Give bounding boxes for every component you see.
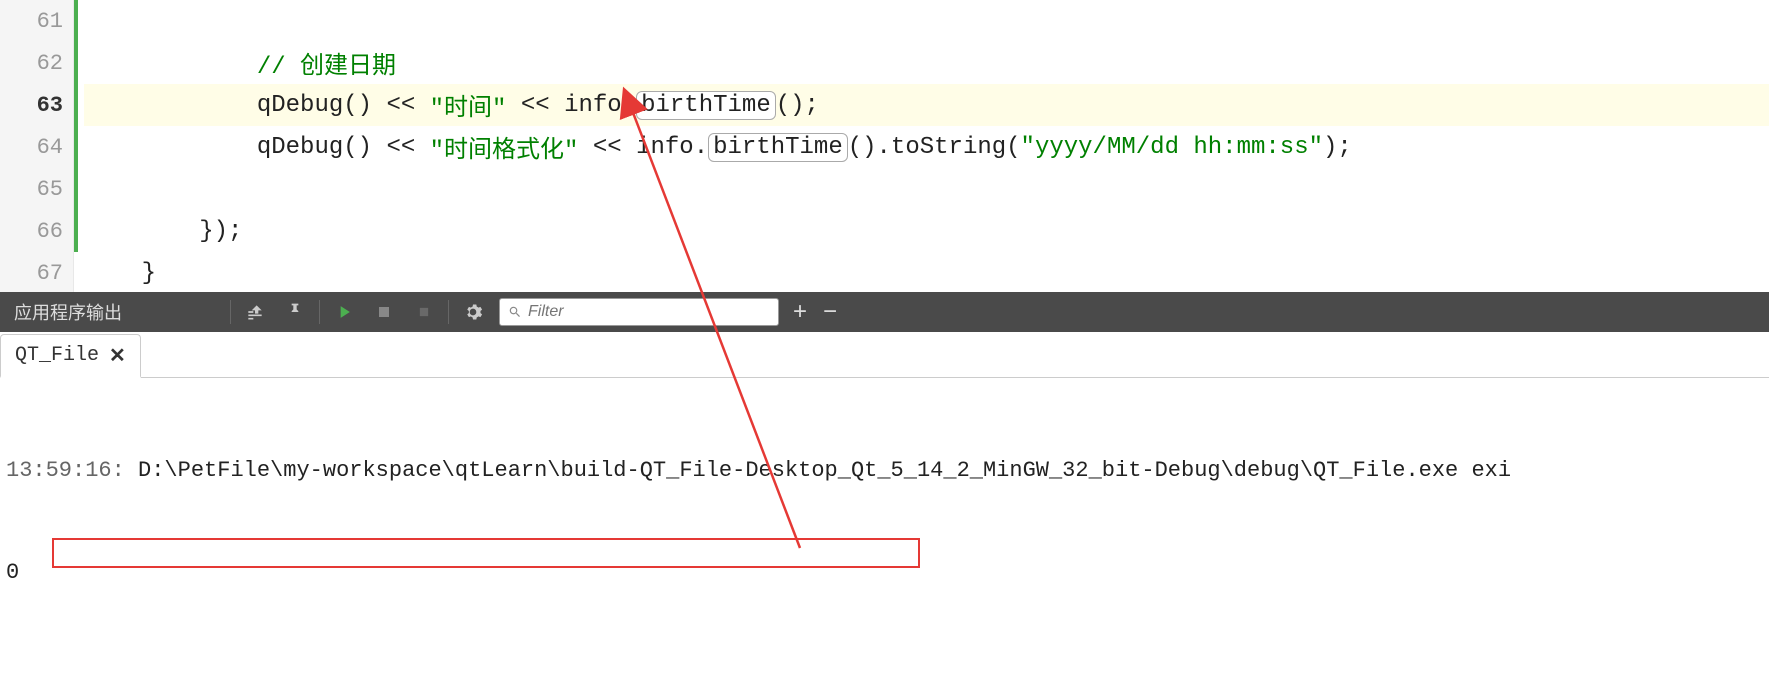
- code-token: }: [84, 260, 156, 287]
- line-number: 64: [0, 126, 73, 168]
- timestamp: 13:59:16:: [6, 458, 138, 483]
- tab-label: QT_File: [15, 344, 99, 367]
- code-line: [84, 168, 1769, 210]
- code-token: qDebug() <<: [84, 134, 430, 161]
- line-number: 61: [0, 0, 73, 42]
- line-number: 65: [0, 168, 73, 210]
- separator: [319, 300, 320, 324]
- filter-box[interactable]: [499, 298, 779, 326]
- output-toolbar: 应用程序输出 + −: [0, 292, 1769, 332]
- highlighted-symbol: birthTime: [708, 133, 848, 162]
- line-number-active: 63: [0, 84, 73, 126]
- separator: [448, 300, 449, 324]
- console-line: 0: [6, 556, 1763, 590]
- code-area[interactable]: // 创建日期 qDebug() << "时间" << info.birthTi…: [74, 0, 1769, 292]
- code-line: });: [84, 210, 1769, 252]
- close-icon[interactable]: ✕: [109, 343, 126, 369]
- detach-icon[interactable]: [404, 292, 444, 332]
- code-token: qDebug() <<: [84, 92, 430, 119]
- highlighted-symbol: birthTime: [636, 91, 776, 120]
- line-number: 62: [0, 42, 73, 84]
- string-literal: "yyyy/MM/dd hh:mm:ss": [1021, 134, 1323, 161]
- search-icon: [508, 305, 522, 319]
- pin-icon[interactable]: [275, 292, 315, 332]
- zoom-out-icon[interactable]: −: [815, 298, 845, 326]
- output-tab[interactable]: QT_File ✕: [0, 334, 141, 378]
- code-token: );: [1323, 134, 1352, 161]
- code-line: }: [84, 252, 1769, 294]
- code-token: << info.: [578, 134, 708, 161]
- output-tabs: QT_File ✕: [0, 332, 1769, 378]
- code-line: // 创建日期: [84, 42, 1769, 84]
- line-number: 66: [0, 210, 73, 252]
- string-literal: "时间格式化": [430, 129, 579, 165]
- separator: [230, 300, 231, 324]
- attach-icon[interactable]: [235, 292, 275, 332]
- comment-text: // 创建日期: [257, 45, 396, 81]
- code-token: ();: [776, 92, 819, 119]
- string-literal: "时间": [430, 87, 507, 123]
- code-token: ().toString(: [848, 134, 1021, 161]
- line-number: 67: [0, 252, 73, 294]
- settings-icon[interactable]: [453, 292, 493, 332]
- code-token: << info.: [506, 92, 636, 119]
- run-icon[interactable]: [324, 292, 364, 332]
- zoom-in-icon[interactable]: +: [785, 298, 815, 326]
- change-marker: [74, 0, 78, 252]
- line-gutter: 61 62 63 64 65 66 67: [0, 0, 74, 292]
- stop-icon[interactable]: [364, 292, 404, 332]
- code-line: [84, 0, 1769, 42]
- console-text: D:\PetFile\my-workspace\qtLearn\build-QT…: [138, 458, 1511, 483]
- code-token: });: [84, 218, 242, 245]
- code-editor[interactable]: 61 62 63 64 65 66 67 // 创建日期 qDebug() <<…: [0, 0, 1769, 292]
- code-line-active: qDebug() << "时间" << info.birthTime();: [84, 84, 1769, 126]
- output-console[interactable]: 13:59:16: D:\PetFile\my-workspace\qtLear…: [0, 378, 1769, 698]
- output-panel-title: 应用程序输出: [0, 299, 136, 325]
- code-line: qDebug() << "时间格式化" << info.birthTime().…: [84, 126, 1769, 168]
- console-line: 13:59:16: D:\PetFile\my-workspace\qtLear…: [6, 454, 1763, 488]
- filter-input[interactable]: [528, 303, 770, 321]
